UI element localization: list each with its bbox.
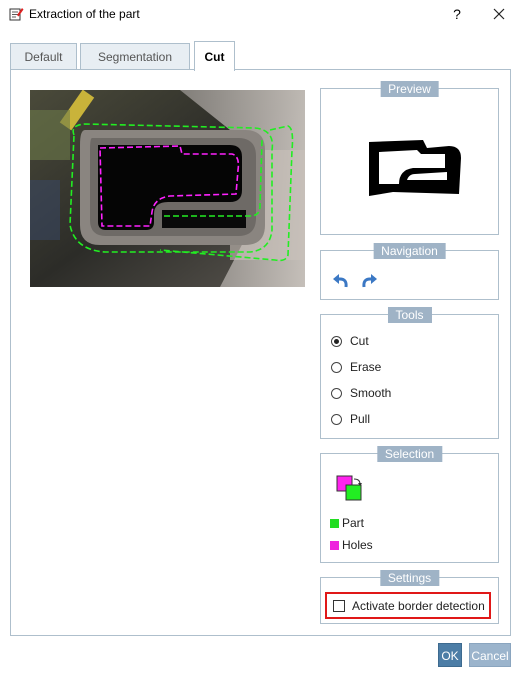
preview-title: Preview [380,81,439,97]
selection-title: Selection [376,446,443,462]
part-swatch [330,518,339,528]
tool-label-cut: Cut [350,334,369,348]
swap-colors-icon[interactable] [336,475,364,503]
tool-option-erase[interactable]: Erase [331,358,381,376]
border-detection-label: Activate border detection [352,599,485,613]
redo-icon[interactable] [360,273,378,291]
radio-cut[interactable] [331,335,342,347]
cancel-button[interactable]: Cancel [469,643,511,667]
tool-option-smooth[interactable]: Smooth [331,384,391,402]
help-button[interactable]: ? [447,4,467,24]
ok-button[interactable]: OK [438,643,462,667]
tab-cut[interactable]: Cut [194,41,235,71]
radio-smooth[interactable] [331,387,342,399]
legend-holes: Holes [330,537,373,553]
close-icon[interactable] [488,4,510,24]
preview-group: Preview [320,81,499,235]
preview-thumbnail [369,140,461,196]
border-detection-highlight: Activate border detection [325,592,491,619]
radio-pull[interactable] [331,413,342,425]
tool-label-erase: Erase [350,360,382,374]
window-title: Extraction of the part [29,7,140,21]
tool-option-pull[interactable]: Pull [331,410,370,428]
tool-option-cut[interactable]: Cut [331,332,369,350]
navigation-group: Navigation [320,243,499,300]
selection-group: Selection Part Holes [320,446,499,563]
undo-icon[interactable] [332,273,350,291]
tab-default[interactable]: Default [10,43,77,70]
legend-holes-label: Holes [342,538,373,552]
border-detection-checkbox[interactable] [333,600,345,612]
navigation-title: Navigation [373,243,446,259]
legend-part-label: Part [342,516,365,530]
tools-title: Tools [387,307,432,323]
holes-swatch [330,540,339,550]
tool-label-smooth: Smooth [350,386,392,400]
border-detection-option[interactable]: Activate border detection [333,598,485,614]
tools-group: Tools Cut Erase Smooth Pull [320,307,499,439]
part-image-canvas[interactable] [30,90,305,287]
tab-segmentation[interactable]: Segmentation [80,43,190,70]
app-icon [9,8,24,21]
legend-part: Part [330,515,364,531]
tool-label-pull: Pull [350,412,371,426]
title-bar: Extraction of the part ? [0,0,522,30]
settings-title: Settings [379,570,440,586]
radio-erase[interactable] [331,361,342,373]
